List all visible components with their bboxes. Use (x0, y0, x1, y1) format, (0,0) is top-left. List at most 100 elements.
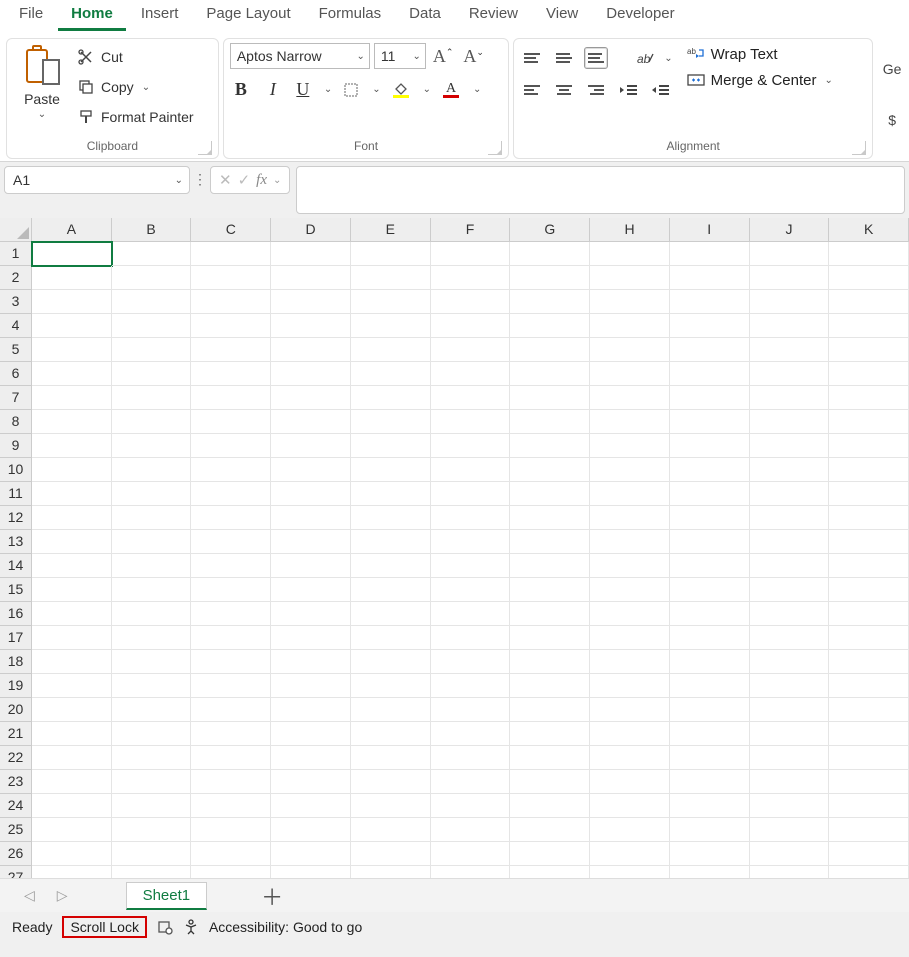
column-header[interactable]: K (829, 218, 909, 242)
row-header[interactable]: 4 (0, 314, 32, 338)
cell[interactable] (670, 650, 750, 674)
cell[interactable] (112, 362, 192, 386)
italic-button[interactable]: I (262, 79, 284, 100)
tab-data[interactable]: Data (396, 1, 454, 31)
cell[interactable] (750, 362, 830, 386)
merge-center-button[interactable]: Merge & Center ⌄ (687, 71, 833, 89)
cell[interactable] (670, 410, 750, 434)
cell[interactable] (590, 314, 670, 338)
format-painter-button[interactable]: Format Painter (77, 105, 194, 129)
row-header[interactable]: 11 (0, 482, 32, 506)
cell[interactable] (510, 770, 590, 794)
cell[interactable] (829, 266, 909, 290)
cell[interactable] (750, 242, 830, 266)
cell[interactable] (670, 842, 750, 866)
cell[interactable] (829, 482, 909, 506)
cell[interactable] (590, 722, 670, 746)
cell[interactable] (670, 530, 750, 554)
cell[interactable] (431, 746, 511, 770)
cell[interactable] (191, 818, 271, 842)
row-header[interactable]: 22 (0, 746, 32, 770)
cell[interactable] (191, 410, 271, 434)
cell[interactable] (670, 386, 750, 410)
formula-bar-options[interactable]: ⋮ (192, 166, 208, 188)
cell[interactable] (829, 770, 909, 794)
cell[interactable] (32, 506, 112, 530)
paste-button[interactable]: Paste ⌄ (13, 43, 71, 120)
cell[interactable] (112, 242, 192, 266)
cell[interactable] (351, 842, 431, 866)
row-header[interactable]: 2 (0, 266, 32, 290)
cell[interactable] (590, 434, 670, 458)
cell[interactable] (829, 290, 909, 314)
cell[interactable] (829, 554, 909, 578)
bold-button[interactable]: B (230, 79, 252, 100)
cell[interactable] (829, 338, 909, 362)
cell[interactable] (32, 866, 112, 878)
row-header[interactable]: 12 (0, 506, 32, 530)
cell[interactable] (590, 482, 670, 506)
cell[interactable] (431, 698, 511, 722)
copy-button[interactable]: Copy ⌄ (77, 75, 194, 99)
cell[interactable] (750, 410, 830, 434)
cell[interactable] (271, 650, 351, 674)
cell[interactable] (510, 290, 590, 314)
cell[interactable] (351, 434, 431, 458)
cell[interactable] (351, 554, 431, 578)
cell[interactable] (191, 458, 271, 482)
cell[interactable] (351, 626, 431, 650)
cell[interactable] (191, 698, 271, 722)
align-bottom-button[interactable] (584, 47, 608, 69)
cell[interactable] (510, 698, 590, 722)
row-header[interactable]: 8 (0, 410, 32, 434)
cell[interactable] (510, 434, 590, 458)
column-header[interactable]: F (431, 218, 511, 242)
row-header[interactable]: 25 (0, 818, 32, 842)
row-header[interactable]: 19 (0, 674, 32, 698)
cell[interactable] (32, 242, 112, 266)
decrease-font-size-button[interactable]: A (460, 46, 487, 67)
cell[interactable] (670, 794, 750, 818)
row-header[interactable]: 27 (0, 866, 32, 878)
cell[interactable] (750, 530, 830, 554)
cell[interactable] (750, 554, 830, 578)
font-color-button[interactable]: A (441, 82, 461, 98)
cell[interactable] (112, 458, 192, 482)
cell[interactable] (829, 866, 909, 878)
cell[interactable] (829, 842, 909, 866)
cell[interactable] (670, 362, 750, 386)
cell[interactable] (191, 362, 271, 386)
increase-indent-button[interactable] (648, 79, 672, 101)
cell[interactable] (431, 530, 511, 554)
cell[interactable] (670, 314, 750, 338)
row-header[interactable]: 17 (0, 626, 32, 650)
cell[interactable] (829, 818, 909, 842)
cell[interactable] (32, 626, 112, 650)
cell[interactable] (431, 506, 511, 530)
merge-dropdown-caret[interactable]: ⌄ (825, 75, 833, 86)
cell[interactable] (271, 506, 351, 530)
cell[interactable] (112, 602, 192, 626)
cell[interactable] (191, 434, 271, 458)
column-header[interactable]: D (271, 218, 351, 242)
cell[interactable] (271, 434, 351, 458)
row-header[interactable]: 13 (0, 530, 32, 554)
cell[interactable] (191, 338, 271, 362)
cell[interactable] (750, 458, 830, 482)
cell[interactable] (750, 866, 830, 878)
cell[interactable] (431, 362, 511, 386)
cell[interactable] (510, 650, 590, 674)
cell[interactable] (191, 650, 271, 674)
cell[interactable] (510, 674, 590, 698)
cell[interactable] (271, 290, 351, 314)
cell[interactable] (829, 626, 909, 650)
cell[interactable] (351, 290, 431, 314)
cell[interactable] (510, 314, 590, 338)
cell[interactable] (431, 458, 511, 482)
cell[interactable] (271, 626, 351, 650)
cell[interactable] (670, 506, 750, 530)
cell[interactable] (829, 698, 909, 722)
cell[interactable] (32, 842, 112, 866)
cell[interactable] (191, 626, 271, 650)
cell[interactable] (191, 866, 271, 878)
